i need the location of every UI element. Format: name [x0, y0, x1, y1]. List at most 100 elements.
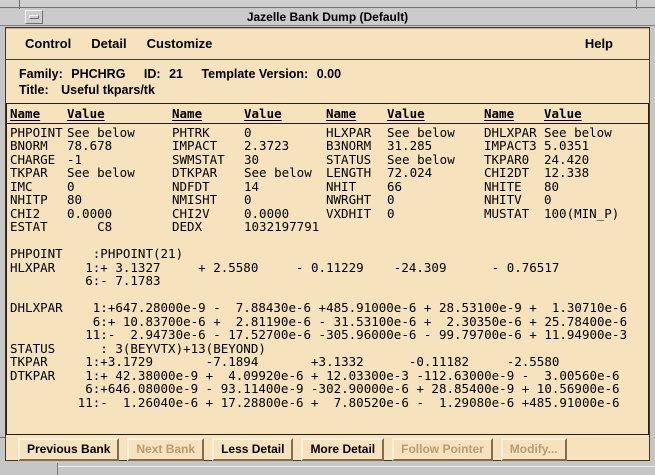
bank-title-value: Useful tkpars/tk [61, 83, 155, 97]
template-version-value: 0.00 [317, 67, 341, 81]
modify-button[interactable]: Modify... [501, 438, 567, 461]
param-value: 100(MIN_P) [544, 207, 648, 221]
param-name [326, 220, 387, 234]
param-name: CHI2V [172, 207, 244, 221]
menu-detail[interactable]: Detail [91, 36, 126, 51]
param-value: 1032197791 [244, 220, 326, 234]
param-value: 0 [387, 207, 484, 221]
param-value: See below [544, 126, 648, 140]
param-value: 0 [387, 193, 484, 207]
col-header-value: Value [244, 107, 326, 121]
bank-dump-area[interactable]: Name Value Name Value Name Value Name Va… [6, 103, 649, 435]
more-detail-button[interactable]: More Detail [301, 438, 384, 461]
param-value: 24.420 [544, 153, 648, 167]
param-value: 72.024 [387, 166, 484, 180]
param-value: 31.285 [387, 139, 484, 153]
bank-info-line1: Family: PHCHRG ID: 21 Template Version: … [19, 66, 649, 82]
param-name: DHLXPAR [484, 126, 544, 140]
window-menu-button[interactable] [25, 10, 43, 24]
template-version-label: Template Version: [201, 67, 308, 81]
param-name: ESTAT [10, 220, 67, 234]
background-window-edge-vertical [57, 463, 58, 475]
param-value [544, 220, 648, 234]
param-name: DTKPAR [172, 166, 244, 180]
param-value: -1 [67, 153, 172, 167]
dump-detail-line: STATUS : 3(BEYVTX)+13(BEYOND) [10, 342, 648, 356]
param-name: NHITE [484, 180, 544, 194]
param-name: VXDHIT [326, 207, 387, 221]
previous-bank-button[interactable]: Previous Bank [18, 438, 119, 461]
param-name: NHITP [10, 193, 67, 207]
param-value: 66 [387, 180, 484, 194]
param-name: IMPACT3 [484, 139, 544, 153]
param-value: 5.0351 [544, 139, 648, 153]
dump-detail-line: DTKPAR 1:+ 42.38000e-9 + 4.09920e-6 + 12… [10, 369, 648, 383]
param-value [387, 220, 484, 234]
param-name: NMISHT [172, 193, 244, 207]
param-name: MUSTAT [484, 207, 544, 221]
titlebar[interactable]: Jazelle Bank Dump (Default) [0, 9, 655, 26]
param-name: CHI2 [10, 207, 67, 221]
bank-info-line2: Title: Useful tkpars/tk [19, 82, 649, 98]
param-name: CHARGE [10, 153, 67, 167]
param-value: C8 [67, 220, 172, 234]
next-bank-button[interactable]: Next Bank [127, 438, 204, 461]
button-row: Previous Bank Next Bank Less Detail More… [6, 435, 649, 461]
detail-lines: PHPOINT :PHPOINT(21) HLXPAR 1:+ 3.1327 +… [10, 234, 648, 410]
col-header-name: Name [172, 107, 244, 121]
param-value: 0.0000 [67, 207, 172, 221]
id-value: 21 [169, 67, 183, 81]
param-value: 30 [244, 153, 326, 167]
col-header-value: Value [387, 107, 484, 121]
param-value: 80 [544, 180, 648, 194]
param-value: 12.338 [544, 166, 648, 180]
param-name: PHTRK [172, 126, 244, 140]
param-value: 78.678 [67, 139, 172, 153]
dump-detail-line: 11:- 1.26040e-6 + 17.28800e-6 + 7.80520e… [10, 396, 648, 410]
col-header-value: Value [544, 107, 648, 121]
dump-detail-line [10, 288, 648, 302]
col-header-name: Name [326, 107, 387, 121]
param-name: IMPACT [172, 139, 244, 153]
desktop-background-strip [0, 461, 655, 475]
param-name: TKPAR0 [484, 153, 544, 167]
param-value: See below [67, 126, 172, 140]
less-detail-button[interactable]: Less Detail [212, 438, 293, 461]
param-name: PHPOINT [10, 126, 67, 140]
param-value: 0 [544, 193, 648, 207]
param-name: NHIT [326, 180, 387, 194]
family-value: PHCHRG [71, 67, 125, 81]
menubar: Control Detail Customize Help [6, 28, 649, 60]
param-value: 0 [67, 180, 172, 194]
col-header-value: Value [67, 107, 172, 121]
id-label: ID: [144, 67, 161, 81]
bank-info-panel: Family: PHCHRG ID: 21 Template Version: … [6, 60, 649, 103]
window-frame-top-edge[interactable] [0, 0, 655, 8]
menu-help[interactable]: Help [585, 36, 613, 51]
menu-control[interactable]: Control [25, 36, 71, 51]
background-window-edge-horizontal [57, 466, 655, 467]
menu-customize[interactable]: Customize [147, 36, 213, 51]
param-value: 0.0000 [244, 207, 326, 221]
param-value: 0 [244, 126, 326, 140]
dump-detail-line [10, 234, 648, 248]
table-header-row: Name Value Name Value Name Value Name Va… [7, 106, 648, 124]
window-menu-dash-icon [29, 15, 39, 19]
follow-pointer-button[interactable]: Follow Pointer [392, 438, 493, 461]
param-value: See below [244, 166, 326, 180]
dump-detail-line: HLXPAR 1:+ 3.1327 + 2.5580 - 0.11229 -24… [10, 261, 648, 275]
param-value: See below [387, 153, 484, 167]
dump-detail-line: 6:+ 10.83700e-6 + 2.81190e-6 - 31.53100e… [10, 315, 648, 329]
param-name: DEDX [172, 220, 244, 234]
dump-detail-line: 6:+646.08000e-9 - 93.11400e-9 -302.90000… [10, 382, 648, 396]
param-name [484, 220, 544, 234]
param-name: NWRGHT [326, 193, 387, 207]
param-name: HLXPAR [326, 126, 387, 140]
param-name: CHI2DT [484, 166, 544, 180]
param-name: TKPAR [10, 166, 67, 180]
jazelle-window: Jazelle Bank Dump (Default) Control Deta… [0, 0, 655, 475]
dump-detail-line: DHLXPAR 1:+647.28000e-9 - 7.88430e-6 +48… [10, 301, 648, 315]
param-value: See below [67, 166, 172, 180]
param-table: PHPOINTSee belowPHTRK0HLXPARSee belowDHL… [10, 126, 648, 234]
param-name: NDFDT [172, 180, 244, 194]
